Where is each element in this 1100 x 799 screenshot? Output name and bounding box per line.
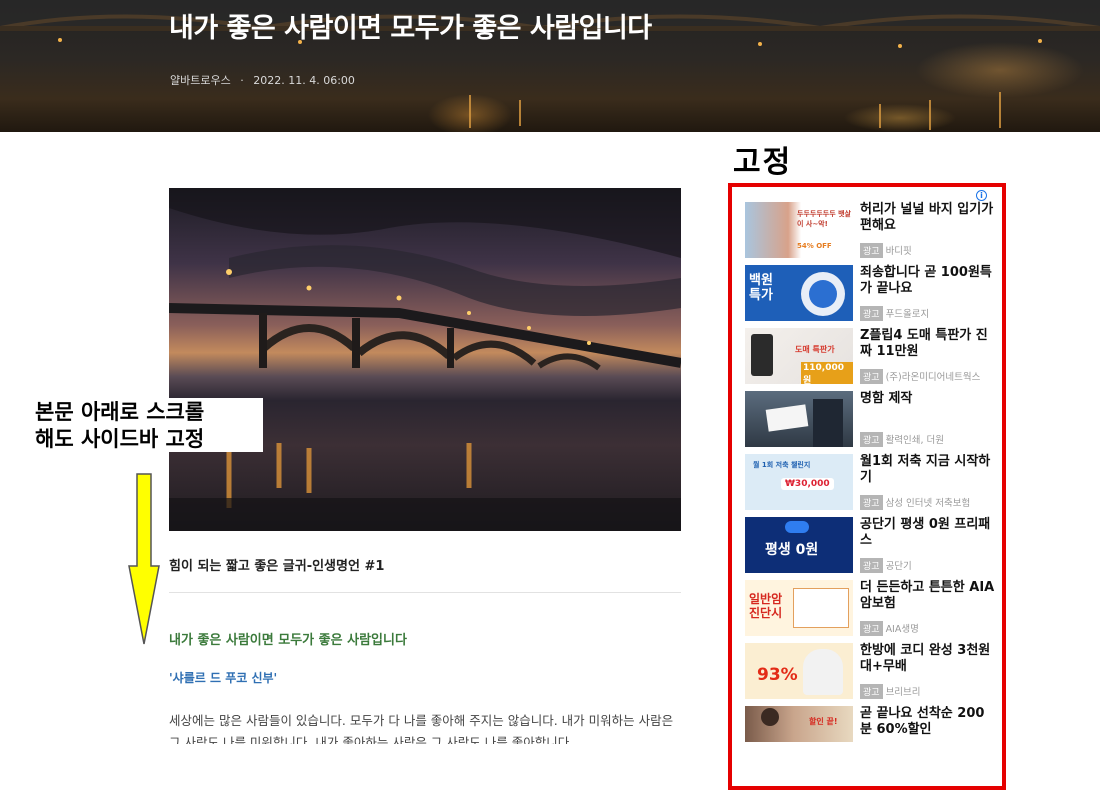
ad-source: 광고 푸드올로지	[860, 306, 929, 321]
ad-thumbnail[interactable]: 월 1회 저축 챌린지 ₩30,000	[745, 454, 853, 510]
ad-badge: 광고	[860, 432, 883, 447]
ad-badge: 광고	[860, 243, 883, 258]
ad-thumb-text: 월 1회 저축 챌린지	[753, 461, 811, 469]
ad-headline[interactable]: 더 든든하고 튼튼한 AIA 암보험	[860, 580, 995, 611]
quote-heading: 내가 좋은 사람이면 모두가 좋은 사람입니다	[169, 633, 407, 648]
ad-headline[interactable]: 곧 끝나요 선착순 200분 60%할인	[860, 706, 995, 737]
ad-headline[interactable]: 한방에 코디 완성 3천원대+무배	[860, 643, 995, 674]
sidebar-ad-widget: i 두두두두두두 뱃살이 사~악! 54% OFF 허리가 널널 바지 입기가 …	[728, 183, 1006, 790]
business-card-icon	[765, 404, 809, 432]
ad-badge: 광고	[860, 684, 883, 699]
ad-thumbnail[interactable]: 93%	[745, 643, 853, 699]
ad-item[interactable]: 월 1회 저축 챌린지 ₩30,000 월1회 저축 지금 시작하기 광고 삼성 …	[745, 454, 995, 512]
content-divider	[169, 592, 681, 593]
ad-advertiser: 푸드올로지	[885, 309, 930, 320]
person-icon	[761, 708, 779, 726]
ad-thumb-subtext: 110,000원	[801, 362, 853, 384]
ad-thumb-subtext: ₩30,000	[781, 478, 834, 490]
ad-source: 광고 바디핏	[860, 243, 912, 258]
ad-source: 광고 공단기	[860, 558, 912, 573]
post-date: 2022. 11. 4. 06:00	[253, 74, 355, 87]
ad-badge: 광고	[860, 621, 883, 636]
ad-advertiser: 활력인쇄, 더원	[885, 435, 945, 446]
product-icon	[801, 272, 845, 316]
image-caption: 힘이 되는 짧고 좋은 글귀-인생명언 #1	[169, 559, 385, 574]
quote-author: '샤를르 드 푸코 신부'	[169, 671, 278, 685]
meta-separator: ·	[240, 74, 244, 87]
ad-source: 광고 AIA생명	[860, 621, 919, 636]
ad-thumb-text: 일반암 진단시	[749, 592, 783, 620]
ad-advertiser: 브리브리	[885, 687, 921, 698]
ad-thumbnail[interactable]: 할인 끝!	[745, 706, 853, 742]
phone-icon	[751, 334, 773, 376]
ad-thumb-text: 93%	[757, 665, 798, 685]
ad-item[interactable]: 93% 한방에 코디 완성 3천원대+무배 광고 브리브리	[745, 643, 995, 701]
ad-item[interactable]: 일반암 진단시 더 든든하고 튼튼한 AIA 암보험 광고 AIA생명	[745, 580, 995, 638]
post-meta: 얄바트로우스 · 2022. 11. 4. 06:00	[170, 72, 361, 88]
ad-headline[interactable]: 명함 제작	[860, 391, 995, 407]
annotation-line-2: 해도 사이드바 고정	[35, 426, 205, 451]
ad-source: 광고 (주)라온미디어네트웍스	[860, 369, 980, 384]
ad-item[interactable]: 백원 특가 죄송합니다 곧 100원특가 끝나요 광고 푸드올로지	[745, 265, 995, 323]
article-body: 세상에는 많은 사람들이 있습니다. 모두가 다 나를 좋아해 주지는 않습니다…	[169, 713, 674, 744]
ad-headline[interactable]: 죄송합니다 곧 100원특가 끝나요	[860, 265, 995, 296]
ad-thumb-text: 도매 특판가	[795, 345, 835, 354]
ad-advertiser: AIA생명	[885, 624, 919, 635]
badge-icon	[785, 521, 809, 533]
ad-advertiser: 바디핏	[885, 246, 912, 257]
ad-badge: 광고	[860, 495, 883, 510]
post-author[interactable]: 얄바트로우스	[170, 74, 231, 87]
ad-item[interactable]: 할인 끝! 곧 끝나요 선착순 200분 60%할인	[745, 706, 995, 746]
down-arrow-icon	[128, 473, 160, 645]
ad-info-icon[interactable]: i	[976, 190, 987, 201]
ad-item[interactable]: 도매 특판가 110,000원 Z플립4 도매 특판가 진짜 11만원 광고 (주…	[745, 328, 995, 386]
annotation-fixed-label: 고정	[733, 145, 793, 180]
bridge-sunset-photo	[169, 188, 681, 531]
annotation-scroll-note: 본문 아래로 스크롤 해도 사이드바 고정	[33, 398, 263, 452]
ad-advertiser: 공단기	[885, 561, 912, 572]
ad-source: 광고 삼성 인터넷 저축보험	[860, 495, 970, 510]
ad-thumbnail[interactable]: 도매 특판가 110,000원	[745, 328, 853, 384]
ad-item[interactable]: 명함 제작 광고 활력인쇄, 더원	[745, 391, 995, 449]
post-header-banner: 내가 좋은 사람이면 모두가 좋은 사람입니다 얄바트로우스 · 2022. 1…	[0, 0, 1100, 132]
ad-headline[interactable]: 허리가 널널 바지 입기가 편해요	[860, 202, 995, 233]
ad-advertiser: (주)라온미디어네트웍스	[885, 372, 981, 383]
ad-thumbnail[interactable]: 두두두두두두 뱃살이 사~악! 54% OFF	[745, 202, 853, 258]
ad-thumb-subtext: 54% OFF	[797, 242, 832, 250]
ad-thumb-text: 두두두두두두 뱃살이 사~악!	[797, 210, 851, 228]
ad-source: 광고 활력인쇄, 더원	[860, 432, 944, 447]
ad-badge: 광고	[860, 306, 883, 321]
post-title: 내가 좋은 사람이면 모두가 좋은 사람입니다	[169, 13, 652, 44]
ad-source: 광고 브리브리	[860, 684, 921, 699]
jacket-icon	[803, 649, 843, 695]
ad-thumbnail[interactable]: 평생 0원	[745, 517, 853, 573]
chart-card-icon	[793, 588, 849, 628]
ad-item[interactable]: 평생 0원 공단기 평생 0원 프리패스 광고 공단기	[745, 517, 995, 575]
ad-item[interactable]: 두두두두두두 뱃살이 사~악! 54% OFF 허리가 널널 바지 입기가 편해…	[745, 202, 995, 260]
annotation-line-1: 본문 아래로 스크롤	[35, 399, 205, 424]
ad-thumb-text: 평생 0원	[765, 542, 819, 558]
ad-thumb-text: 할인 끝!	[809, 717, 838, 726]
suit-icon	[813, 399, 843, 447]
ad-headline[interactable]: 공단기 평생 0원 프리패스	[860, 517, 995, 548]
ad-headline[interactable]: Z플립4 도매 특판가 진짜 11만원	[860, 328, 995, 359]
ad-thumbnail[interactable]	[745, 391, 853, 447]
ad-thumbnail[interactable]: 일반암 진단시	[745, 580, 853, 636]
ad-badge: 광고	[860, 369, 883, 384]
ad-thumb-text: 백원 특가	[749, 273, 773, 303]
ad-thumbnail[interactable]: 백원 특가	[745, 265, 853, 321]
article-image	[169, 188, 681, 531]
ad-badge: 광고	[860, 558, 883, 573]
ad-advertiser: 삼성 인터넷 저축보험	[885, 498, 971, 509]
ad-headline[interactable]: 월1회 저축 지금 시작하기	[860, 454, 995, 485]
